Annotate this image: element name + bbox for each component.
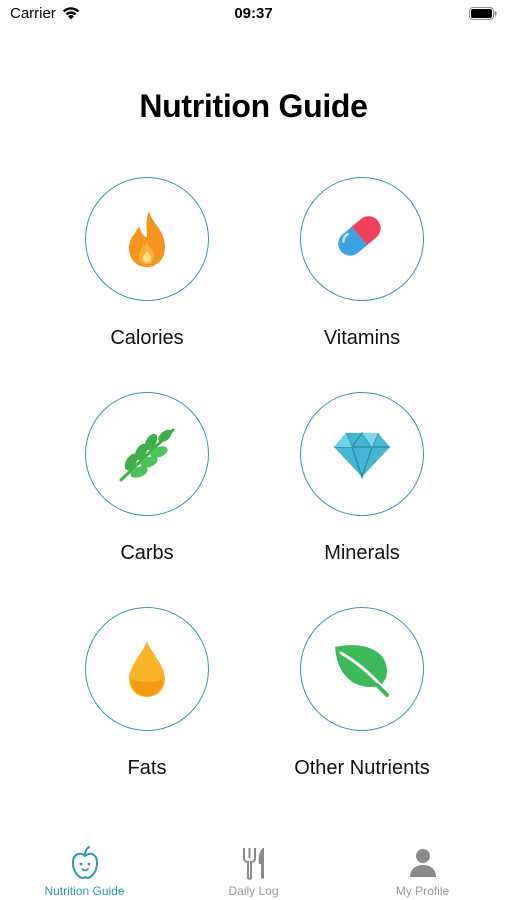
page-title: Nutrition Guide bbox=[139, 88, 368, 124]
category-circle[interactable] bbox=[85, 177, 209, 301]
category-circle[interactable] bbox=[300, 607, 424, 731]
category-vitamins[interactable]: Vitamins bbox=[252, 177, 472, 367]
category-circle[interactable] bbox=[300, 392, 424, 516]
tab-label: Nutrition Guide bbox=[44, 884, 125, 898]
person-icon bbox=[407, 846, 439, 880]
category-label: Vitamins bbox=[323, 327, 401, 349]
tab-my-profile[interactable]: My Profile bbox=[338, 836, 507, 900]
status-time: 09:37 bbox=[234, 5, 273, 22]
category-circle[interactable] bbox=[85, 392, 209, 516]
apple-icon bbox=[69, 846, 101, 880]
wheat-icon bbox=[115, 424, 179, 484]
status-bar: Carrier 09:37 bbox=[0, 0, 507, 30]
tab-bar: Nutrition Guide Daily Log My Profile bbox=[0, 836, 507, 900]
category-circle[interactable] bbox=[85, 607, 209, 731]
category-label: Carbs bbox=[120, 542, 174, 564]
category-minerals[interactable]: Minerals bbox=[252, 392, 472, 582]
tab-label: Daily Log bbox=[228, 884, 279, 898]
category-carbs[interactable]: Carbs bbox=[37, 392, 257, 582]
category-other-nutrients[interactable]: Other Nutrients bbox=[252, 607, 472, 797]
category-calories[interactable]: Calories bbox=[37, 177, 257, 367]
tab-nutrition-guide[interactable]: Nutrition Guide bbox=[0, 836, 169, 900]
diamond-icon bbox=[332, 429, 392, 479]
category-label: Other Nutrients bbox=[294, 757, 430, 779]
fork-knife-icon bbox=[238, 846, 270, 880]
fire-icon bbox=[121, 209, 173, 269]
pill-icon bbox=[332, 209, 392, 269]
oil-drop-icon bbox=[125, 639, 169, 699]
category-circle[interactable] bbox=[300, 177, 424, 301]
category-label: Calories bbox=[110, 327, 184, 349]
tab-label: My Profile bbox=[395, 884, 450, 898]
category-label: Minerals bbox=[324, 542, 400, 564]
leaf-icon bbox=[331, 641, 393, 697]
category-fats[interactable]: Fats bbox=[37, 607, 257, 797]
category-label: Fats bbox=[127, 757, 167, 779]
tab-daily-log[interactable]: Daily Log bbox=[169, 836, 338, 900]
battery-icon bbox=[469, 7, 497, 20]
